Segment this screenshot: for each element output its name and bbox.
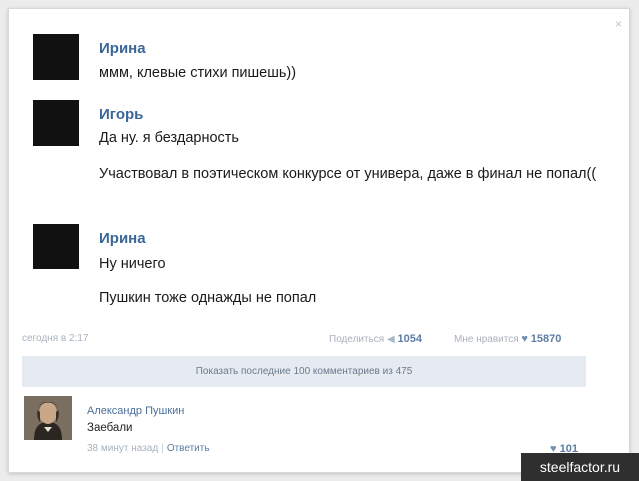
- share-icon: ◀: [387, 334, 395, 345]
- comment-author[interactable]: Александр Пушкин: [87, 405, 184, 417]
- post-date: сегодня в 2:17: [22, 333, 89, 344]
- portrait-image: [24, 396, 72, 440]
- avatar-pushkin[interactable]: [24, 396, 72, 440]
- like-label: Мне нравится: [454, 334, 519, 345]
- message-text: Пушкин тоже однажды не попал: [99, 290, 317, 306]
- message-text: Да ну. я бездарность: [99, 130, 239, 146]
- share-count: 1054: [397, 333, 422, 345]
- watermark: steelfactor.ru: [521, 453, 639, 481]
- comment-time[interactable]: 38 минут назад: [87, 443, 158, 454]
- avatar-igor[interactable]: [33, 100, 79, 146]
- like-button[interactable]: Мне нравится ♥ 15870: [454, 333, 561, 346]
- close-icon[interactable]: ×: [615, 18, 622, 30]
- message-author[interactable]: Игорь: [99, 106, 143, 124]
- message-text: ммм, клевые стихи пишешь)): [99, 65, 297, 81]
- avatar-irina[interactable]: [33, 34, 79, 80]
- share-button[interactable]: Поделиться ◀ 1054: [329, 333, 422, 346]
- show-comments-button[interactable]: Показать последние 100 комментариев из 4…: [22, 356, 586, 387]
- avatar-irina[interactable]: [33, 224, 79, 269]
- message-author[interactable]: Ирина: [99, 40, 146, 58]
- comment-meta: 38 минут назад | Ответить: [87, 443, 210, 455]
- message-author[interactable]: Ирина: [99, 230, 146, 248]
- like-count: 15870: [530, 333, 562, 345]
- message-text: Ну ничего: [99, 256, 166, 272]
- separator: |: [161, 443, 164, 454]
- heart-icon: ♥: [521, 333, 528, 345]
- comment-text: Заебали: [87, 422, 133, 434]
- reply-link[interactable]: Ответить: [167, 443, 210, 454]
- post-card: × Ирина ммм, клевые стихи пишешь)) Игорь…: [8, 8, 630, 473]
- share-label: Поделиться: [329, 334, 385, 345]
- message-text: Участвовал в поэтическом конкурсе от уни…: [99, 166, 597, 182]
